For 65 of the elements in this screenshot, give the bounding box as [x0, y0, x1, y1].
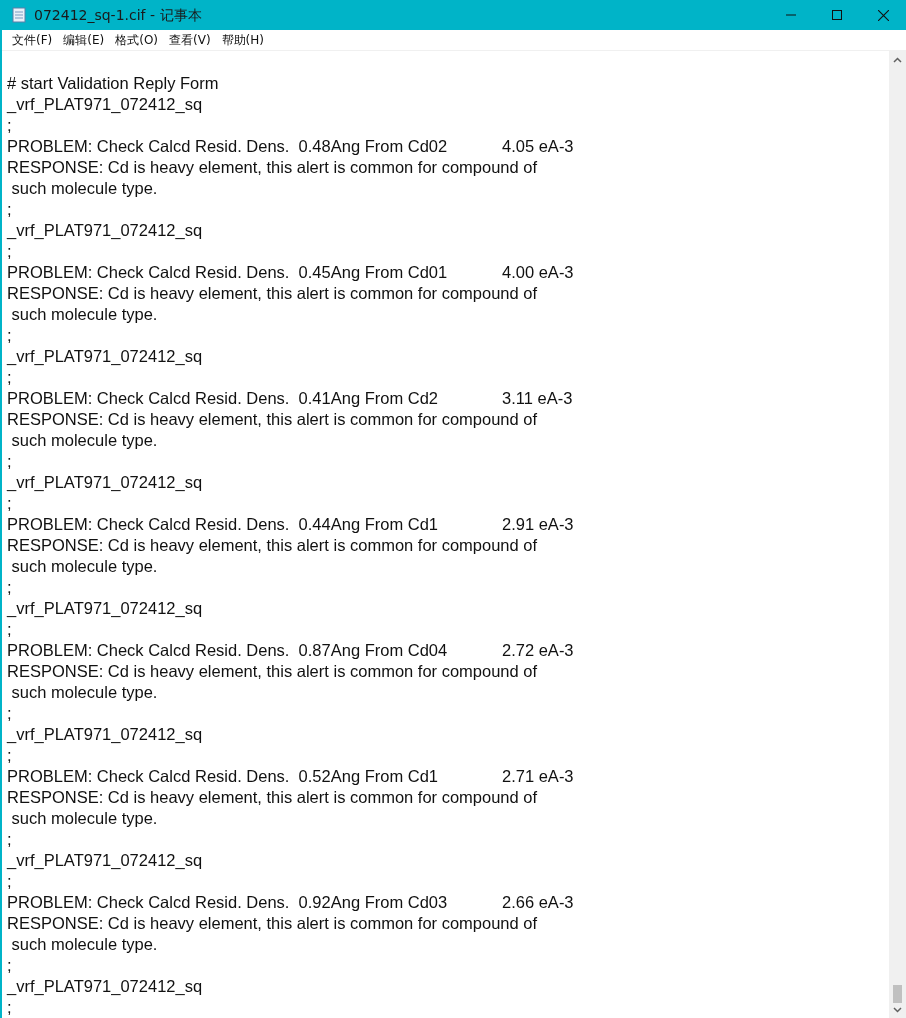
text-line: 2.72 eA-3: [502, 640, 574, 661]
text-line: _vrf_PLAT971_072412_sq: [7, 346, 203, 367]
menu-item[interactable]: 文件(F): [8, 31, 57, 49]
text-line: RESPONSE: Cd is heavy element, this alert is common for compound of: [7, 535, 538, 556]
notepad-icon: [12, 7, 26, 23]
text-line: 4.00 eA-3: [502, 262, 574, 283]
scroll-thumb[interactable]: [893, 985, 902, 1003]
text-line: RESPONSE: Cd is heavy element, this alert is common for compound of: [7, 409, 538, 430]
scrollbar[interactable]: [889, 51, 906, 1018]
text-line: such molecule type.: [10, 430, 158, 451]
close-icon: [877, 9, 889, 21]
text-line: ;: [7, 955, 12, 976]
text-line: _vrf_PLAT971_072412_sq: [7, 472, 203, 493]
text-line: 4.05 eA-3: [502, 136, 574, 157]
text-line: ;: [7, 115, 12, 136]
text-line: 2.71 eA-3: [502, 766, 574, 787]
text-line: ;: [7, 367, 12, 388]
menu-item[interactable]: 帮助(H): [217, 31, 268, 49]
text-line: RESPONSE: Cd is heavy element, this alert is common for compound of: [7, 283, 538, 304]
text-line: 3.11 eA-3: [502, 388, 573, 409]
text-line: ;: [7, 829, 12, 850]
text-line: ;: [7, 745, 12, 766]
text-line: ;: [7, 493, 12, 514]
text-line: PROBLEM: Check Calcd Resid. Dens. 0.45Ang From Cd01: [7, 262, 449, 283]
menu-item[interactable]: 编辑(E): [59, 31, 109, 49]
scroll-down-icon[interactable]: [893, 1007, 902, 1013]
text-line: RESPONSE: Cd is heavy element, this alert is common for compound of: [7, 661, 538, 682]
text-line: PROBLEM: Check Calcd Resid. Dens. 0.87Ang From Cd04: [7, 640, 449, 661]
text-line: ;: [7, 997, 12, 1018]
menu-item[interactable]: 查看(V): [165, 31, 215, 49]
text-line: such molecule type.: [10, 304, 158, 325]
text-line: such molecule type.: [10, 178, 158, 199]
text-line: _vrf_PLAT971_072412_sq: [7, 220, 203, 241]
text-line: ;: [7, 199, 12, 220]
text-line: ;: [7, 703, 12, 724]
text-line: PROBLEM: Check Calcd Resid. Dens. 0.48Ang From Cd02: [7, 136, 449, 157]
window-title: 072412_sq-1.cif - 记事本: [34, 5, 202, 25]
text-line: RESPONSE: Cd is heavy element, this alert is common for compound of: [7, 787, 538, 808]
text-line: RESPONSE: Cd is heavy element, this alert is common for compound of: [7, 913, 538, 934]
text-line: such molecule type.: [10, 934, 158, 955]
text-line: PROBLEM: Check Calcd Resid. Dens. 0.92Ang From Cd03: [7, 892, 449, 913]
text-line: 2.91 eA-3: [502, 514, 574, 535]
text-line: _vrf_PLAT971_072412_sq: [7, 94, 203, 115]
text-line: # start Validation Reply Form: [7, 73, 219, 94]
text-line: PROBLEM: Check Calcd Resid. Dens. 0.44Ang From Cd1: [7, 514, 439, 535]
maximize-icon: [832, 10, 842, 20]
text-line: PROBLEM: Check Calcd Resid. Dens. 0.52Ang From Cd1: [7, 766, 439, 787]
text-line: ;: [7, 619, 12, 640]
text-line: PROBLEM: Check Calcd Resid. Dens. 0.41Ang From Cd2: [7, 388, 439, 409]
text-line: such molecule type.: [10, 556, 158, 577]
text-line: _vrf_PLAT971_072412_sq: [7, 598, 203, 619]
menu-item[interactable]: 格式(O): [111, 31, 163, 49]
text-line: ;: [7, 871, 12, 892]
text-line: such molecule type.: [10, 682, 158, 703]
text-line: ;: [7, 577, 12, 598]
text-line: ;: [7, 325, 12, 346]
text-line: 2.66 eA-3: [502, 892, 574, 913]
text-line: ;: [7, 451, 12, 472]
text-line: such molecule type.: [10, 808, 158, 829]
text-line: _vrf_PLAT971_072412_sq: [7, 850, 203, 871]
text-line: ;: [7, 241, 12, 262]
scroll-up-icon[interactable]: [893, 57, 902, 63]
text-line: RESPONSE: Cd is heavy element, this alert is common for compound of: [7, 157, 538, 178]
text-line: _vrf_PLAT971_072412_sq: [7, 724, 203, 745]
text-line: _vrf_PLAT971_072412_sq: [7, 976, 203, 997]
